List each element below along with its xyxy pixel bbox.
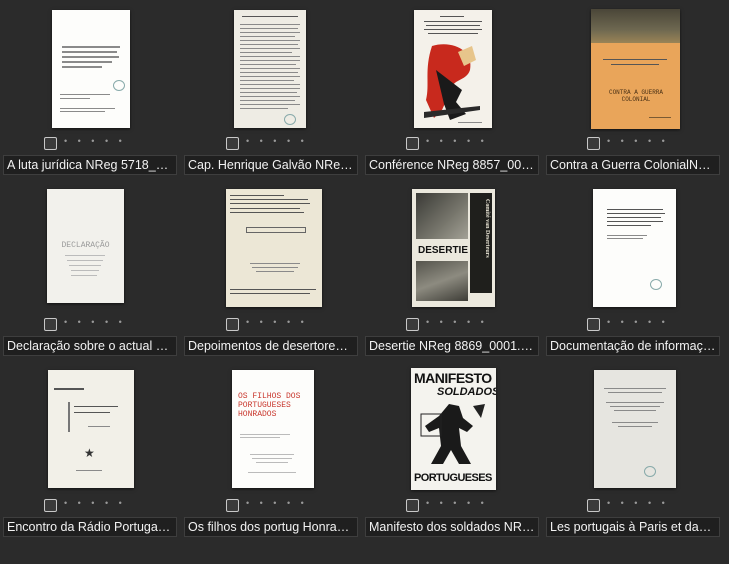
star-icon: ★ [84, 446, 95, 460]
select-checkbox[interactable] [587, 137, 600, 150]
grid-item[interactable]: • • • • • Documentação de informação... [543, 181, 721, 361]
rating-dots[interactable]: • • • • • [607, 498, 669, 508]
grid-item[interactable]: Comité van Deserteurs DESERTIE • • • • •… [362, 181, 540, 361]
file-caption[interactable]: Os filhos dos portug Honrado... [184, 517, 358, 537]
thumbnail[interactable] [234, 10, 306, 128]
rating-dots[interactable]: • • • • • [426, 136, 488, 146]
rating-dots[interactable]: • • • • • [426, 317, 488, 327]
select-checkbox[interactable] [226, 499, 239, 512]
thumbnail-title: MANIFESTO [414, 370, 492, 386]
file-caption[interactable]: Cap. Henrique Galvão NReg64... [184, 155, 358, 175]
thumbnail[interactable]: ★ [48, 370, 134, 488]
rating-dots[interactable]: • • • • • [607, 317, 669, 327]
grid-item[interactable]: • • • • • Conférence NReg 8857_0001.jpg [362, 0, 540, 180]
thumbnail[interactable] [226, 189, 322, 307]
select-checkbox[interactable] [406, 137, 419, 150]
file-caption[interactable]: Contra a Guerra ColonialNReg ... [546, 155, 720, 175]
grid-item[interactable]: ★ • • • • • Encontro da Rádio Portugal L… [0, 362, 178, 542]
file-caption[interactable]: Les portugais à Paris et dans l... [546, 517, 720, 537]
grid-item[interactable]: • • • • • Depoimentos de desertores d... [181, 181, 359, 361]
select-checkbox[interactable] [406, 318, 419, 331]
select-checkbox[interactable] [587, 318, 600, 331]
thumbnail[interactable]: MANIFESTO SOLDADOS PORTUGUESES [411, 368, 496, 490]
grid-item[interactable]: • • • • • Cap. Henrique Galvão NReg64... [181, 0, 359, 180]
rating-dots[interactable]: • • • • • [64, 498, 126, 508]
rating-dots[interactable]: • • • • • [64, 317, 126, 327]
select-checkbox[interactable] [226, 137, 239, 150]
rating-dots[interactable]: • • • • • [246, 317, 308, 327]
select-checkbox[interactable] [587, 499, 600, 512]
select-checkbox[interactable] [44, 499, 57, 512]
file-caption[interactable]: Documentação de informação... [546, 336, 720, 356]
file-caption[interactable]: Desertie NReg 8869_0001.jpg [365, 336, 539, 356]
select-checkbox[interactable] [44, 137, 57, 150]
thumbnail[interactable]: OS FILHOS DOS PORTUGUESES HONRADOS [232, 370, 314, 488]
thumbnail-title: DESERTIE [418, 245, 469, 256]
thumbnail-grid: • • • • • A luta jurídica NReg 5718_000.… [0, 0, 729, 564]
grid-item[interactable]: CONTRA A GUERRA COLONIAL • • • • • Contr… [543, 0, 721, 180]
thumbnail-subtitle: SOLDADOS [437, 386, 496, 398]
grid-item[interactable]: DECLARAÇÃO • • • • • Declaração sobre o … [0, 181, 178, 361]
thumbnail-side-text: Comité van Deserteurs [484, 199, 490, 258]
rating-dots[interactable]: • • • • • [246, 498, 308, 508]
grid-item[interactable]: MANIFESTO SOLDADOS PORTUGUESES • • • • •… [362, 362, 540, 542]
grid-item[interactable]: • • • • • A luta jurídica NReg 5718_000.… [0, 0, 178, 180]
file-caption[interactable]: Conférence NReg 8857_0001.jpg [365, 155, 539, 175]
thumbnail[interactable]: DECLARAÇÃO [47, 189, 124, 303]
thumbnail[interactable] [594, 370, 676, 488]
file-caption[interactable]: Manifesto dos soldados NReg ... [365, 517, 539, 537]
select-checkbox[interactable] [226, 318, 239, 331]
thumbnail[interactable] [414, 10, 492, 128]
thumbnail[interactable]: Comité van Deserteurs DESERTIE [412, 189, 495, 307]
rating-dots[interactable]: • • • • • [64, 136, 126, 146]
file-caption[interactable]: A luta jurídica NReg 5718_000... [3, 155, 177, 175]
select-checkbox[interactable] [406, 499, 419, 512]
file-caption[interactable]: Depoimentos de desertores d... [184, 336, 358, 356]
select-checkbox[interactable] [44, 318, 57, 331]
thumbnail[interactable] [52, 10, 130, 128]
rating-dots[interactable]: • • • • • [607, 136, 669, 146]
thumbnail-title: CONTRA A GUERRA COLONIAL [608, 89, 663, 103]
thumbnail[interactable] [593, 189, 676, 307]
rating-dots[interactable]: • • • • • [426, 498, 488, 508]
rating-dots[interactable]: • • • • • [246, 136, 308, 146]
thumbnail-footer: PORTUGUESES [414, 472, 492, 484]
grid-item[interactable]: • • • • • Les portugais à Paris et dans … [543, 362, 721, 542]
thumbnail[interactable]: CONTRA A GUERRA COLONIAL [591, 9, 680, 129]
file-caption[interactable]: Declaração sobre o actual MP... [3, 336, 177, 356]
thumbnail-title: OS FILHOS DOS PORTUGUESES HONRADOS [238, 392, 301, 419]
file-caption[interactable]: Encontro da Rádio Portugal Li... [3, 517, 177, 537]
grid-item[interactable]: OS FILHOS DOS PORTUGUESES HONRADOS • • •… [181, 362, 359, 542]
thumbnail-title: DECLARAÇÃO [61, 241, 110, 250]
